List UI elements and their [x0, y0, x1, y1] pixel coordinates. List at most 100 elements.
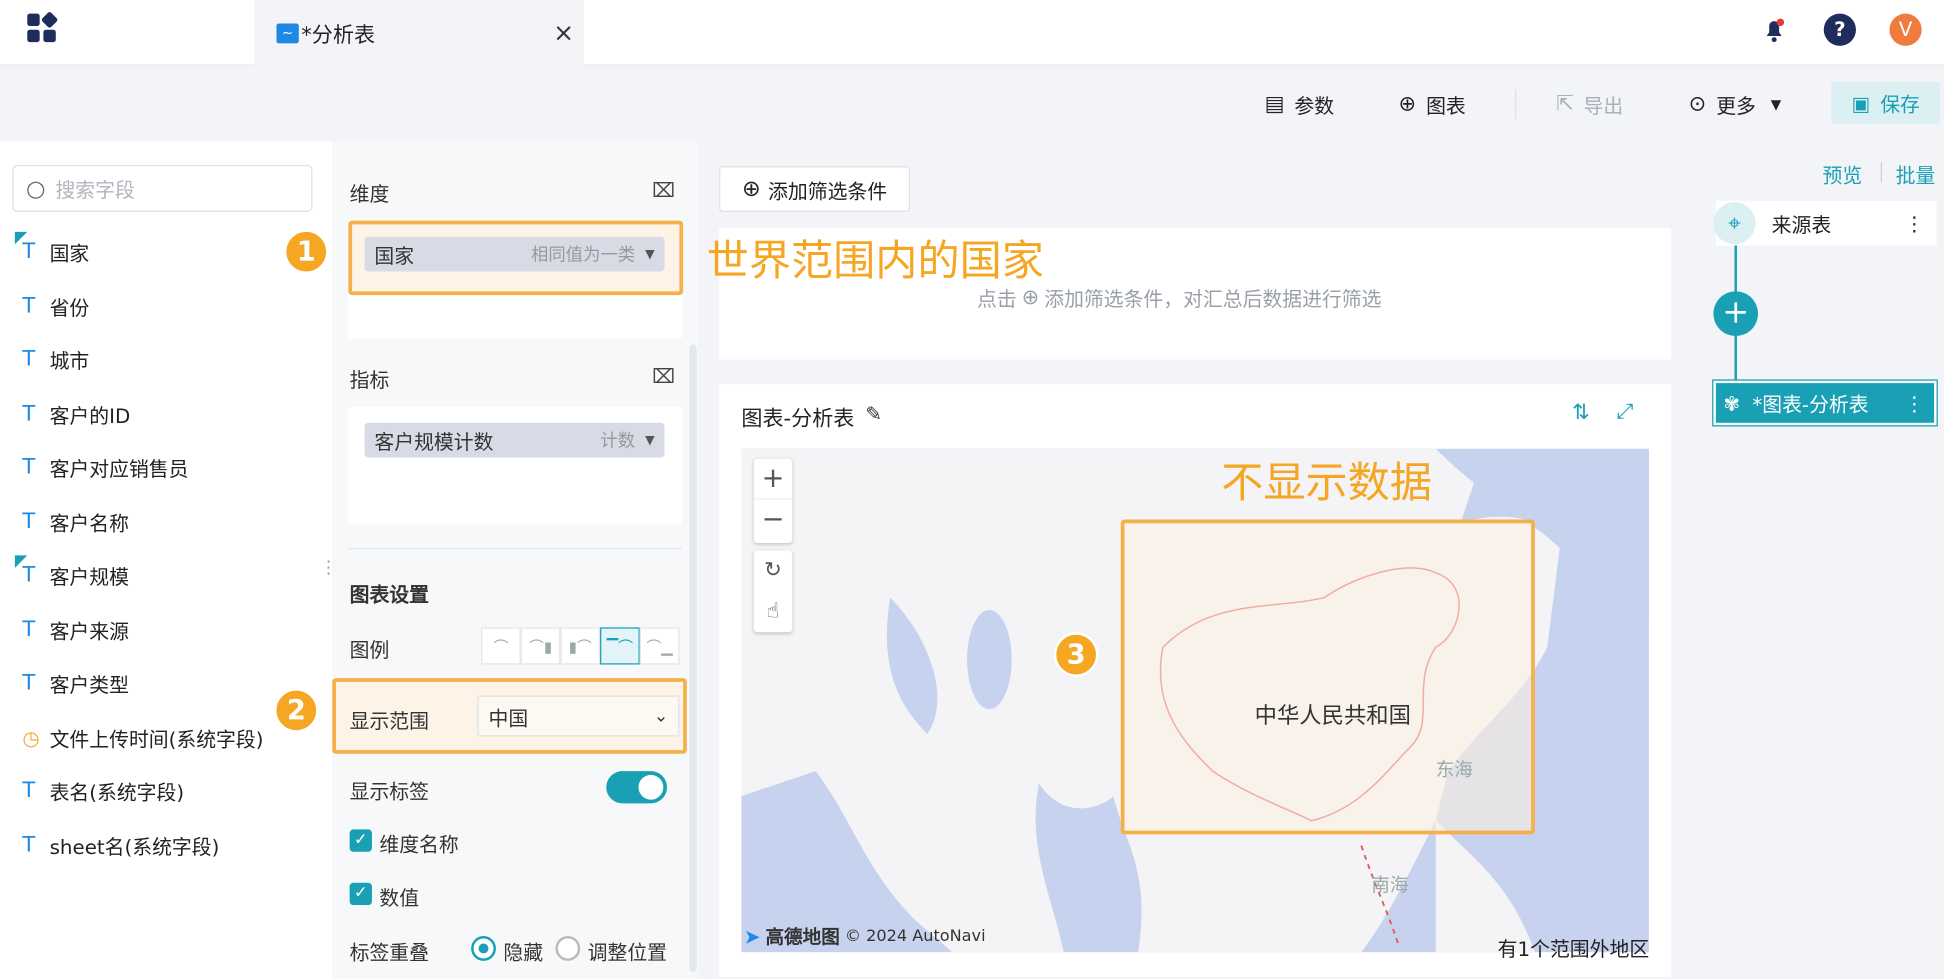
text-type-icon: T [22, 401, 36, 427]
add-node-button[interactable]: + [1713, 291, 1759, 336]
legend-none-option[interactable]: ⌒ [481, 627, 521, 665]
field-item[interactable]: T 表名(系统字段) [22, 772, 184, 809]
zoom-out-button[interactable]: − [754, 500, 792, 541]
preview-link[interactable]: 预览 [1823, 159, 1863, 189]
annotation-world: 世界范围内的国家 [706, 236, 1044, 287]
field-item[interactable]: T 客户名称 [22, 503, 129, 540]
field-item[interactable]: ◷ 文件上传时间(系统字段) [22, 719, 263, 756]
add-chart-button[interactable]: ⊕ 图表 [1398, 87, 1465, 122]
target-icon: ⌖ [1713, 202, 1756, 245]
field-item[interactable]: T 客户的ID [22, 395, 130, 432]
annotation-nodata: 不显示数据 [1221, 458, 1432, 509]
clear-icon[interactable]: ⌧ [652, 365, 675, 389]
more-vertical-icon[interactable]: ⋮ [1904, 211, 1924, 235]
dimension-label: 维度 [349, 182, 390, 206]
hide-radio[interactable] [471, 936, 496, 961]
dim-name-checkbox[interactable]: ✓ [349, 829, 372, 852]
add-filter-button[interactable]: ⊕ 添加筛选条件 [719, 166, 911, 213]
legend-left-option[interactable]: ▮⌒ [560, 627, 601, 665]
value-label: 数值 [379, 886, 420, 911]
reset-icon[interactable]: ↻ [754, 550, 792, 591]
value-checkbox[interactable]: ✓ [349, 882, 372, 906]
export-button[interactable]: ⇱ 导出 [1556, 87, 1623, 122]
more-icon: ⊙ [1688, 91, 1707, 117]
overlap-label: 标签重叠 [349, 941, 429, 965]
field-item[interactable]: T 客户对应销售员 [22, 449, 188, 486]
edit-icon[interactable]: ✎ [865, 402, 882, 426]
params-button[interactable]: ▤ 参数 [1265, 87, 1335, 122]
plus-circle-icon: ⊕ [1021, 285, 1040, 310]
range-select[interactable]: 中国 ⌄ [477, 695, 680, 737]
legend-label: 图例 [349, 638, 390, 663]
show-label-toggle[interactable] [606, 771, 668, 804]
range-label: 显示范围 [349, 709, 429, 733]
hide-label: 隐藏 [503, 941, 544, 965]
adjust-radio[interactable] [555, 936, 581, 961]
toolbar [0, 66, 1944, 142]
more-button[interactable]: ⊙ 更多 ▼ [1689, 87, 1782, 122]
save-button[interactable]: ▣ 保存 [1831, 81, 1941, 124]
legend-bottom-option[interactable]: ⌒▁ [639, 627, 680, 665]
chevron-down-icon: ⌄ [653, 706, 669, 726]
save-icon: ▣ [1851, 91, 1871, 115]
line-chart-icon: ~ [276, 22, 299, 43]
metric-label: 指标 [349, 368, 390, 392]
field-item[interactable]: T 客户来源 [22, 611, 129, 648]
close-icon[interactable]: × [553, 17, 574, 47]
source-node[interactable]: ⌖ 来源表 ⋮ [1713, 200, 1937, 246]
divider [1880, 162, 1883, 183]
country-label: 中华人民共和国 [1254, 702, 1411, 730]
search-input[interactable]: ○ 搜索字段 [12, 164, 313, 213]
flow-panel [1691, 141, 1944, 979]
annotation-box-3 [1120, 519, 1535, 835]
dimension-pill[interactable]: 国家 相同值为一类 ▼ [364, 236, 665, 272]
adjust-label: 调整位置 [587, 941, 668, 965]
apps-grid-icon[interactable] [27, 11, 59, 46]
toolbar-divider [1515, 89, 1517, 120]
text-type-icon: T [22, 455, 36, 480]
map-attribution: ➤ 高德地图 © 2024 AutoNavi [743, 924, 986, 949]
field-item[interactable]: T 城市 [22, 341, 89, 378]
field-item[interactable]: T 客户规模 [14, 555, 129, 594]
search-icon: ○ [26, 175, 46, 202]
plus-circle-icon: ⊕ [741, 176, 761, 203]
dim-name-label: 维度名称 [379, 833, 459, 857]
annotation-number-1: 1 [283, 229, 329, 274]
chart-settings-heading: 图表设置 [349, 582, 429, 607]
chart-node[interactable]: ✾ *图表-分析表 ⋮ [1712, 379, 1938, 427]
fullscreen-icon[interactable]: ⤢ [1617, 399, 1634, 424]
map-chart-icon: ✾ [1723, 391, 1740, 415]
zoom-in-button[interactable]: + [753, 459, 793, 500]
field-item[interactable]: T 客户类型 [22, 665, 129, 702]
plus-circle-icon: ⊕ [1398, 91, 1417, 117]
legend-right-option[interactable]: ⌒▮ [520, 627, 561, 665]
amap-logo-icon: ➤ [743, 924, 761, 949]
field-item[interactable]: Tsheet名(系统字段) [22, 827, 219, 864]
outside-region-note[interactable]: 有1个范围外地区 [1498, 932, 1649, 962]
field-item[interactable]: T 国家 [14, 231, 89, 270]
clear-icon[interactable]: ⌧ [652, 179, 675, 203]
user-avatar[interactable]: V [1889, 13, 1922, 46]
bell-icon[interactable] [1758, 14, 1790, 46]
scrollbar[interactable] [689, 344, 697, 973]
text-type-icon: T [14, 555, 49, 588]
field-item[interactable]: T 省份 [22, 288, 89, 325]
more-vertical-icon[interactable]: ⋮ [1904, 391, 1924, 415]
metric-pill[interactable]: 客户规模计数 计数 ▼ [364, 422, 665, 458]
text-type-icon: T [14, 231, 49, 264]
caret-down-icon[interactable]: ▼ [645, 247, 655, 261]
text-type-icon: T [22, 833, 36, 858]
annotation-number-2: 2 [273, 688, 319, 733]
zoom-control: + − [753, 458, 793, 544]
batch-link[interactable]: 批量 [1896, 159, 1936, 189]
caret-down-icon[interactable]: ▼ [645, 433, 655, 447]
tab-analysis[interactable]: ~ *分析表 × [254, 0, 584, 66]
caret-down-icon: ▼ [1770, 96, 1782, 113]
legend-top-option[interactable]: ▔⌒ [600, 627, 640, 665]
text-type-icon: T [22, 509, 36, 535]
help-icon[interactable]: ? [1823, 13, 1856, 46]
tab-title: *分析表 [301, 23, 376, 49]
text-type-icon: T [22, 670, 36, 696]
sort-icon[interactable]: ⇅ [1572, 400, 1590, 425]
pointer-icon[interactable]: ☝ [754, 591, 792, 632]
